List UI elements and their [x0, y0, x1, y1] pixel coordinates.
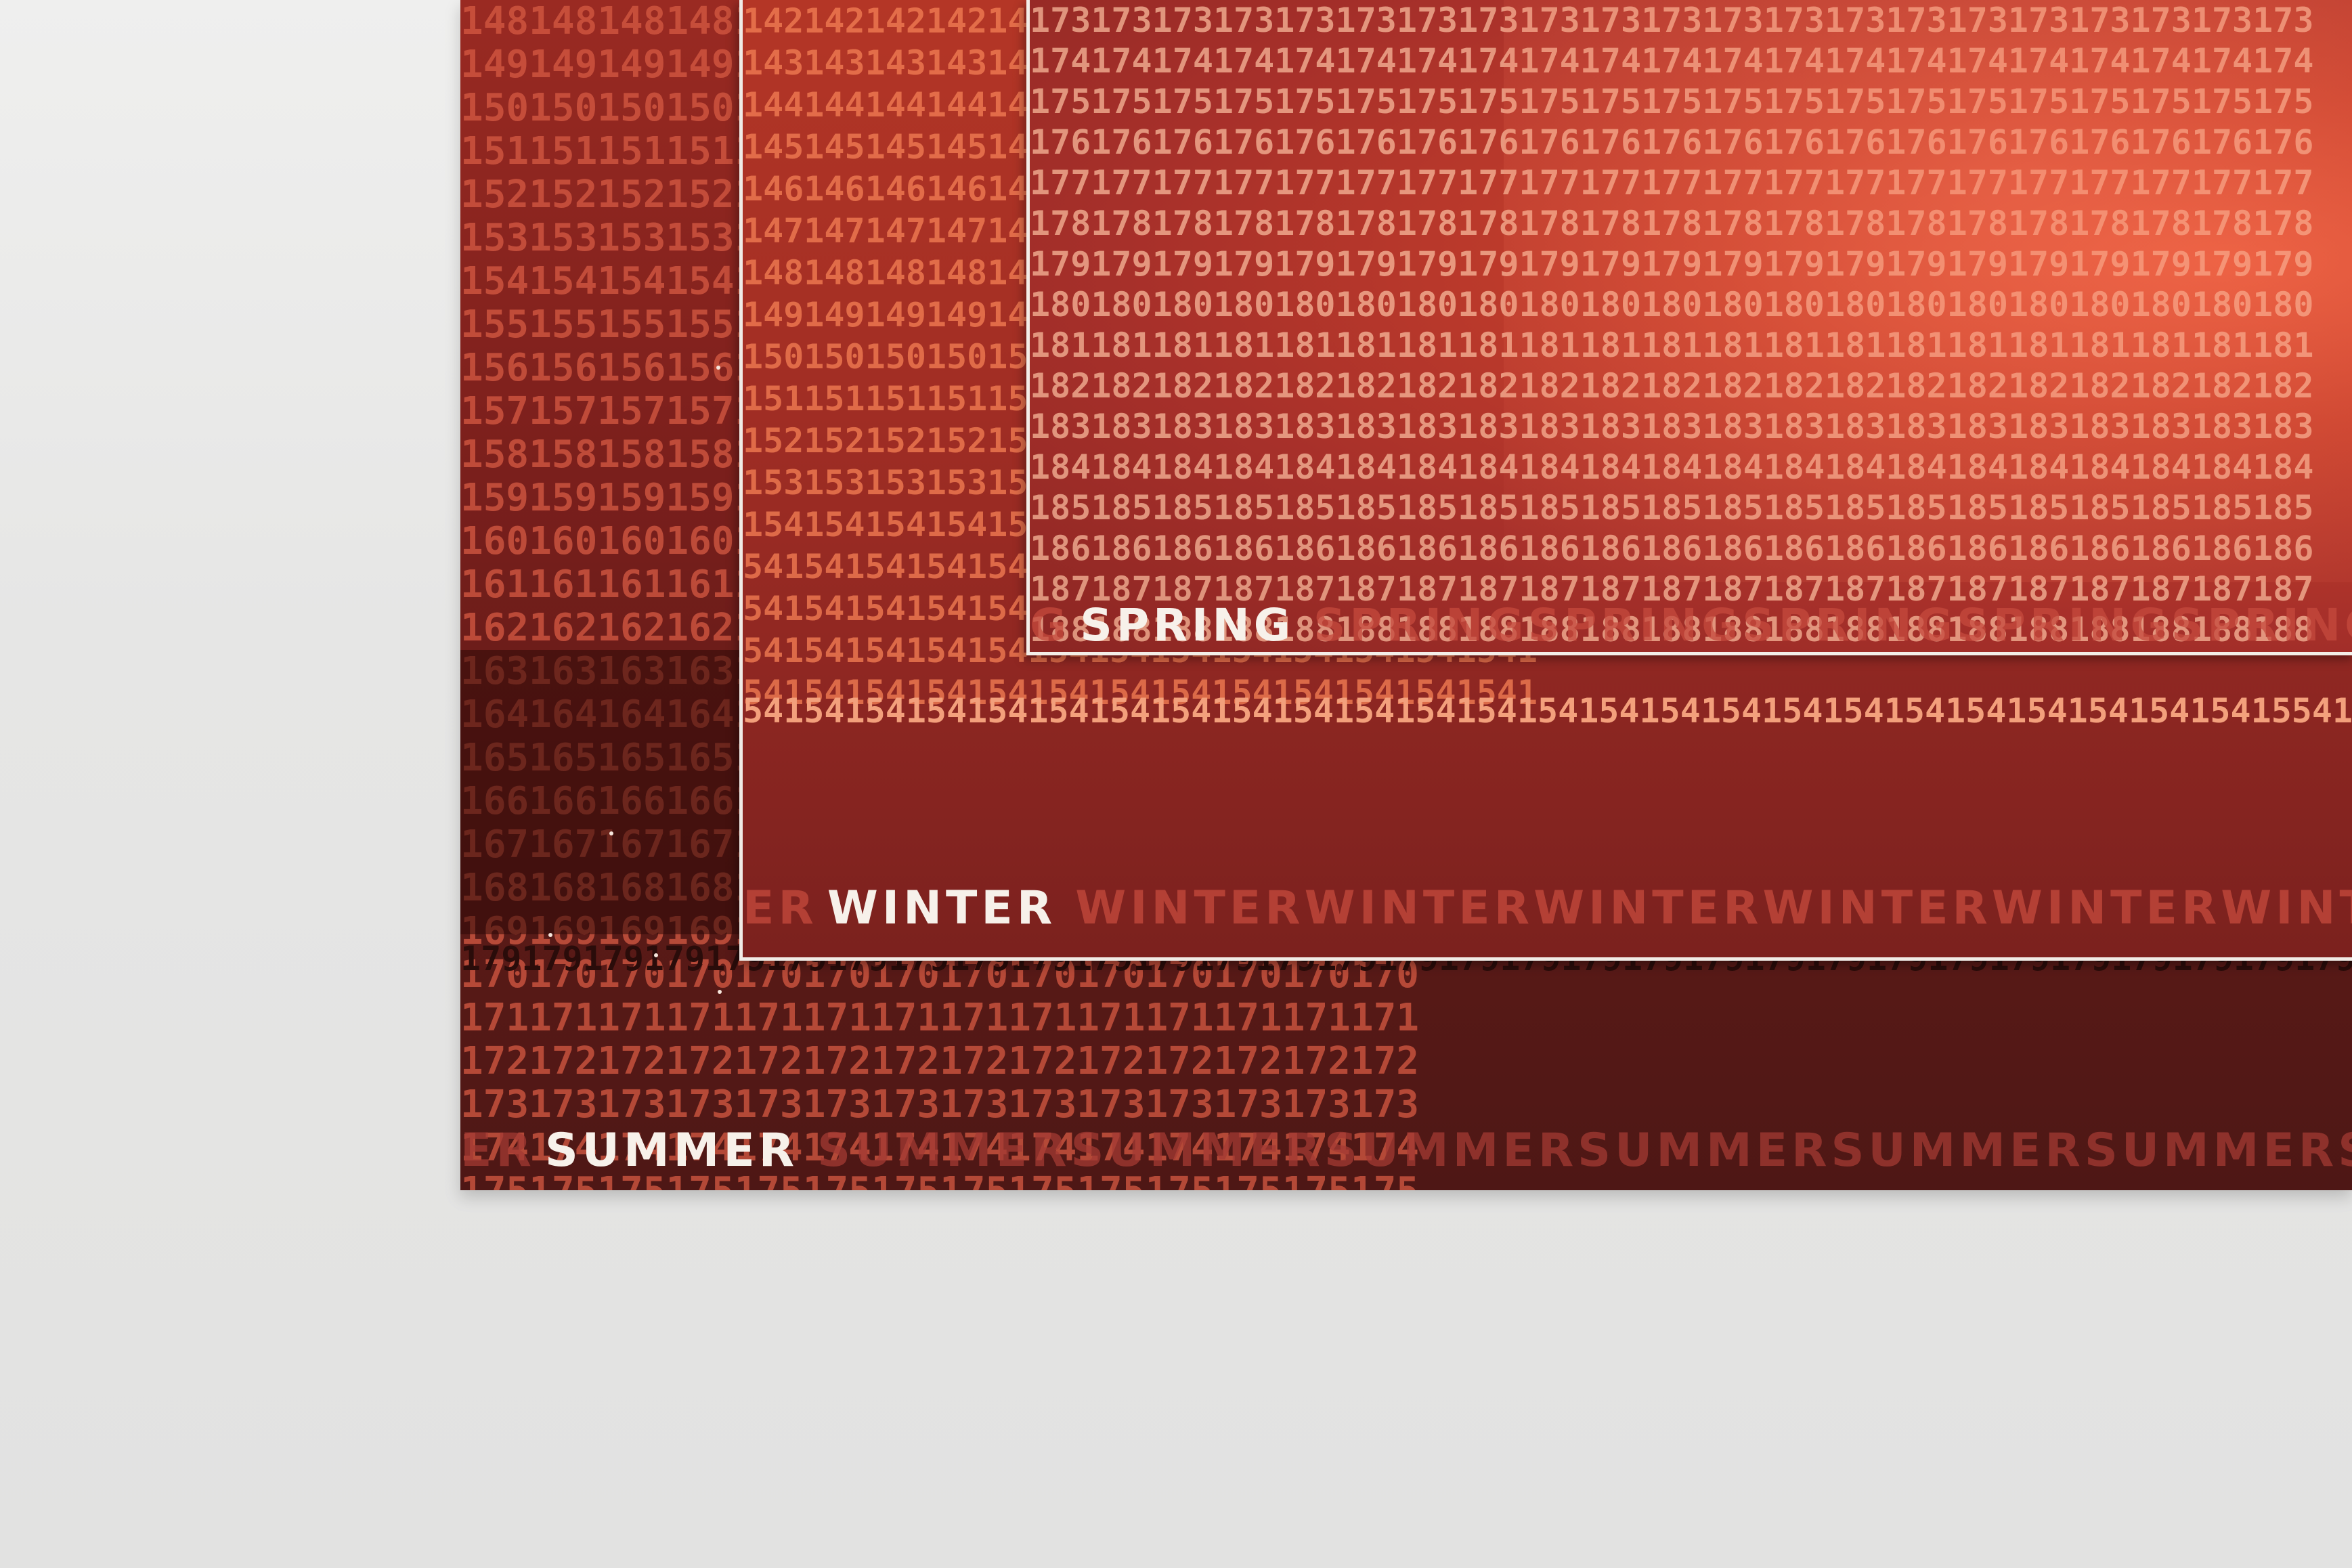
paper-speck: [718, 990, 722, 994]
winter-label-prefix: ER: [743, 881, 818, 935]
number-line: 5415415415415415415415415415415415415415…: [743, 691, 2292, 731]
spring-label: SPRING: [1080, 599, 1294, 651]
number-line: 1711711711711711711711711711711711711711…: [460, 996, 1420, 1040]
spring-label-repeat: SPRINGSPRINGSPRINGSPRINGSPRINGSPRING: [1313, 599, 2352, 651]
winter-label-strip: ER WINTER WINTERWINTERWINTERWINTERWINTERWI…: [743, 881, 2352, 935]
number-line: 5415415415415415415415415415415415415415…: [2291, 691, 2352, 731]
spring-label-strip: GSPRINGSPRINGSPRINGSPRINGSPRINGSPRINGSPR…: [1030, 599, 2352, 651]
paper-speck: [716, 366, 720, 370]
summer-label-repeat: SUMMERSUMMERSUMMERSUMMERSUMMERSUMMERSUMM…: [817, 1124, 2352, 1177]
spring-label-prefix: G: [1030, 599, 1071, 651]
paper-speck: [609, 831, 613, 835]
spring-glow-area: [1504, 0, 2352, 582]
paper-speck: [654, 953, 658, 957]
winter-label: WINTER: [827, 881, 1057, 935]
summer-label: SUMMER: [544, 1124, 799, 1177]
summer-dark-area: [460, 650, 745, 934]
paper-speck: [548, 933, 552, 937]
summer-label-strip: ER SUMMER SUMMERSUMMERSUMMERSUMMERSUMMERSU…: [460, 1124, 2352, 1177]
summer-label-prefix: ER: [460, 1124, 536, 1177]
winter-label-repeat: WINTERWINTERWINTERWINTERWINTERWINTERWINT…: [1075, 881, 2352, 935]
number-line: 1721721721721721721721721721721721721721…: [460, 1039, 1420, 1083]
number-line: 1731731731731731731731731731731731731731…: [460, 1083, 1420, 1127]
spring-card: 1731731731731731731731731731731731731731…: [1026, 0, 2352, 655]
winter-bottom-rows: 5415415415415415415415415415415415415415…: [743, 677, 2352, 745]
